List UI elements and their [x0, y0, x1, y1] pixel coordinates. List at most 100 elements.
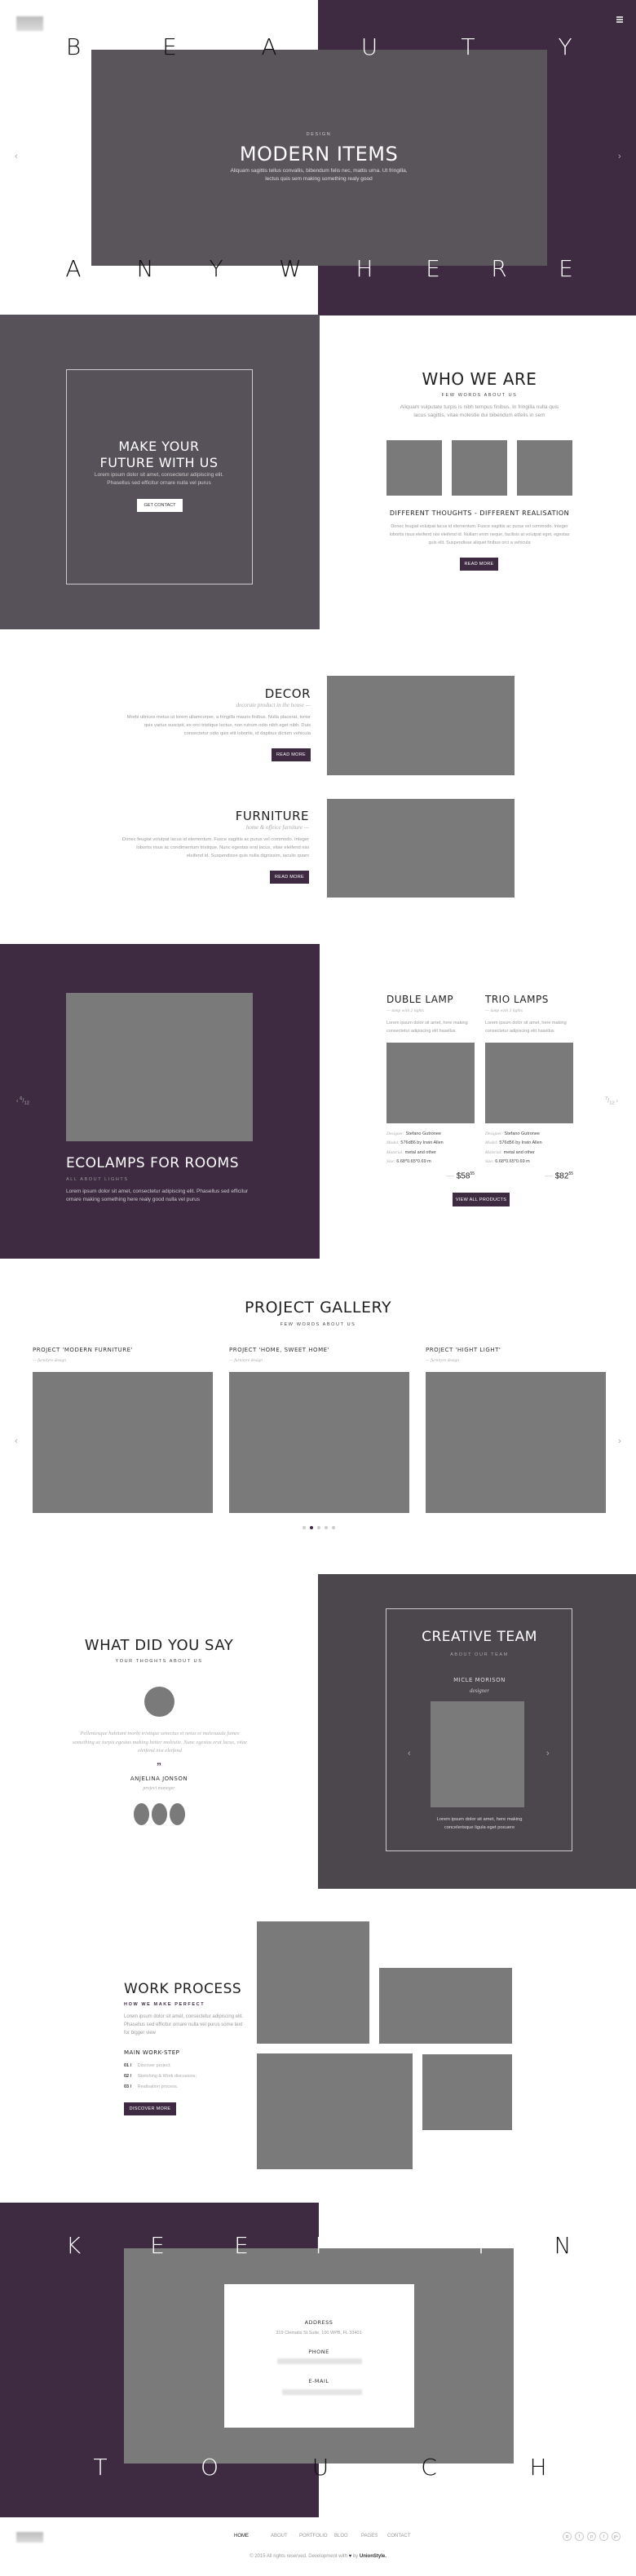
spec-label: Size: [485, 1158, 494, 1164]
big-letter: U [311, 2454, 329, 2481]
lamps-prev-counter[interactable]: ‹ 6/12 [16, 1096, 29, 1106]
discover-more-button[interactable]: DISCOVER MORE [124, 2102, 176, 2115]
product-name: DUBLE LAMP [386, 994, 454, 1005]
product-subtitle-text: lamp with 3 lights [490, 1008, 523, 1013]
twitter-icon[interactable]: t [599, 2532, 608, 2541]
footer-nav-blog[interactable]: BLOG [334, 2534, 348, 2539]
product-text: Lorem ipsum dolor sit amet, here making … [485, 1021, 567, 1034]
pagination-dot[interactable] [303, 1526, 306, 1529]
who-image [452, 440, 507, 496]
who-title: WHO WE ARE [422, 369, 537, 389]
team-next-arrow[interactable]: › [546, 1749, 550, 1758]
spec-value: 6.68*0.65*0.69 m [396, 1158, 431, 1164]
furniture-image [327, 799, 515, 898]
spec-value: metal and other [503, 1149, 535, 1155]
lamps-image [66, 993, 253, 1141]
step-number: 02 / [124, 2074, 132, 2079]
lamps-next-counter[interactable]: 7/12 › [605, 1096, 618, 1106]
project-image[interactable] [33, 1372, 213, 1513]
chevron-right-icon[interactable]: › [615, 1098, 618, 1104]
step-number: 01 / [124, 2063, 132, 2068]
work-image [379, 1968, 512, 2044]
furniture-subtitle: home & offeice furniture — [245, 824, 309, 831]
team-subtitle: ABOUT OUR TEAM [450, 1652, 509, 1657]
product-subtitle: — lamp with 2 lights [386, 1008, 424, 1013]
footer-nav-about[interactable]: ABOUT [271, 2534, 288, 2539]
brand-link[interactable]: UnionStyle. [360, 2554, 386, 2559]
who-read-more-button[interactable]: READ MORE [460, 558, 498, 571]
big-letter: N [136, 255, 154, 282]
gallery-prev-arrow[interactable]: ‹ [15, 1436, 18, 1446]
big-letter: C [421, 2454, 437, 2481]
work-image [257, 2053, 413, 2169]
team-prev-arrow[interactable]: ‹ [408, 1749, 411, 1758]
gallery-pagination [303, 1526, 335, 1529]
product-subtitle-text: lamp with 2 lights [391, 1008, 424, 1013]
project-subtitle-text: furnityre design [234, 1358, 263, 1363]
project-title[interactable]: PROJECT 'HIGHT LIGHT' [426, 1347, 501, 1354]
team-title: CREATIVE TEAM [422, 1629, 537, 1645]
get-contact-button[interactable]: GET CONTACT [137, 499, 183, 512]
who-heading: DIFFERENT THOUGHTS - DIFFERENT REALISATI… [389, 509, 570, 517]
logo[interactable] [16, 16, 43, 31]
spec-label: Material: [485, 1149, 503, 1155]
avatar-thumb[interactable] [152, 1803, 167, 1825]
work-subtitle: HOW WE MAKE PERFECT [124, 2002, 205, 2007]
copyright-text: © 2015 All rights reserved. Development … [250, 2554, 347, 2559]
pinterest-icon[interactable]: p [587, 2532, 596, 2541]
big-letter: Y [209, 255, 223, 282]
pagination-dot[interactable] [325, 1526, 328, 1529]
footer-nav-portfolio[interactable]: PORTFOLIO [299, 2534, 328, 2539]
project-image[interactable] [426, 1372, 606, 1513]
work-step: 03 / Realisation process. [124, 2084, 178, 2089]
decor-image [327, 676, 515, 775]
big-letter: E [559, 255, 573, 282]
product-model: Model: 576d86 by Irwin Allen [386, 1140, 444, 1145]
footer-nav-pages[interactable]: PAGES [361, 2534, 378, 2539]
contact-card [224, 2284, 414, 2428]
furniture-read-more-button[interactable]: READ MORE [270, 871, 309, 884]
pagination-dot[interactable] [310, 1526, 313, 1529]
pagination-dot[interactable] [332, 1526, 335, 1529]
counter-den: 12 [24, 1101, 29, 1106]
avatar-thumb[interactable] [134, 1803, 149, 1825]
big-letter: B [65, 33, 82, 60]
hero-kicker: DESIGN [306, 132, 332, 137]
footer-logo[interactable] [16, 2532, 43, 2543]
product-size: Size: 6.68*0.65*0.69 m [386, 1159, 431, 1164]
project-subtitle-text: furnityre design [38, 1358, 67, 1363]
avatar-thumb[interactable] [170, 1803, 185, 1825]
lamps-text: Lorem ipsum dolor sit amet, consectetur … [66, 1189, 249, 1202]
hamburger-icon[interactable] [616, 16, 623, 23]
spec-label: Designer: [485, 1131, 503, 1136]
big-letter: H [356, 255, 373, 282]
hero-next-arrow[interactable]: › [618, 152, 621, 161]
pagination-dot[interactable] [317, 1526, 320, 1529]
project-title[interactable]: PROJECT 'HOME, SWEET HOME' [229, 1347, 329, 1354]
view-all-products-button[interactable]: VIEW ALL PRODUCTS [453, 1193, 510, 1206]
price-cents: 55 [568, 1171, 573, 1176]
decor-read-more-button[interactable]: READ MORE [272, 748, 311, 761]
big-letter: H [529, 2454, 547, 2481]
testimonial-title: WHAT DID YOU SAY [84, 1637, 234, 1654]
team-member-name: MICLE MORISON [453, 1677, 506, 1683]
team-member-text: Lorem ipsum dolor sit amet, here making … [436, 1817, 523, 1830]
gallery-next-arrow[interactable]: › [618, 1436, 621, 1446]
project-title[interactable]: PROJECT 'MODERN FURNITURE' [33, 1347, 133, 1354]
testimonial-role: project maneger [143, 1786, 175, 1791]
heart-icon: ♥ [348, 2554, 352, 2559]
spec-value: metal and other [404, 1149, 436, 1155]
testimonial-avatar-thumbs[interactable] [134, 1803, 185, 1825]
hero-prev-arrow[interactable]: ‹ [15, 152, 18, 161]
big-letter: I [477, 2232, 485, 2259]
project-image[interactable] [229, 1372, 409, 1513]
big-letter: E [234, 2232, 249, 2259]
furniture-title: FURNITURE [235, 809, 309, 823]
footer-nav-home[interactable]: HOME [234, 2534, 249, 2539]
testimonial-subtitle: YOUR THOGHTS ABOUT US [115, 1659, 203, 1664]
google-plus-icon[interactable]: g+ [612, 2532, 621, 2541]
copyright: © 2015 All rights reserved. Development … [155, 2554, 481, 2559]
footer-nav-contact[interactable]: CONTACT [387, 2534, 411, 2539]
instagram-icon[interactable]: ◘ [563, 2532, 572, 2541]
facebook-icon[interactable]: f [575, 2532, 584, 2541]
